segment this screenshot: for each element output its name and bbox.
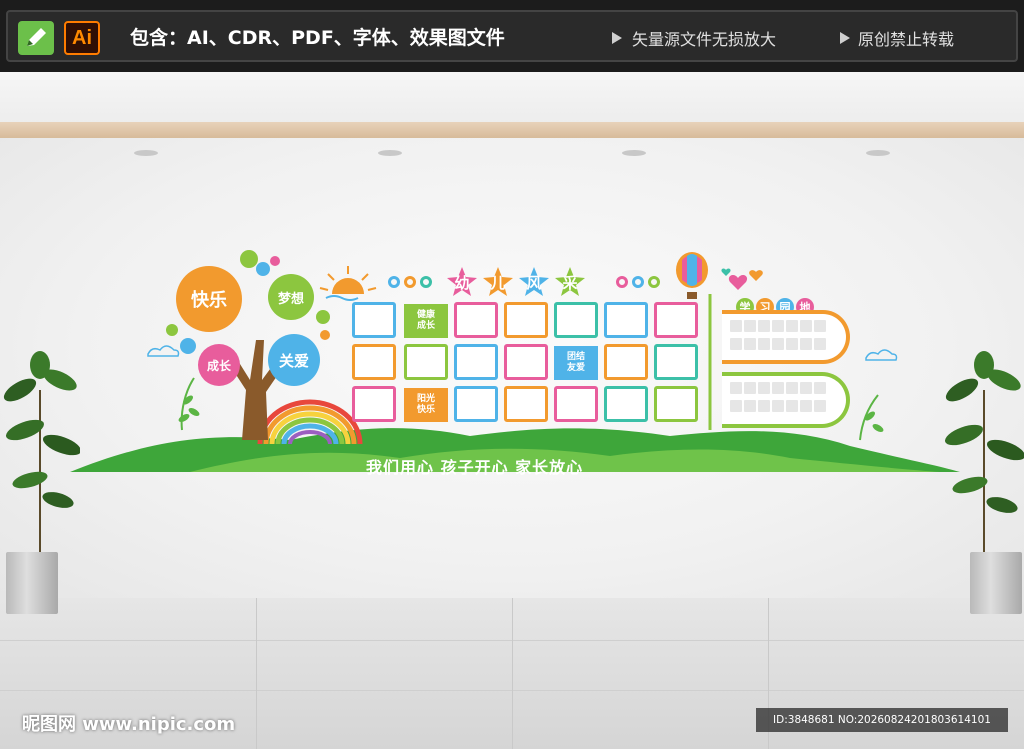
title-char: 幼 (454, 273, 470, 292)
photo-frame (352, 386, 396, 422)
study-board-upper (722, 310, 850, 364)
board-cell (786, 382, 798, 394)
title-star: 风 (518, 266, 550, 298)
floor-seam (512, 598, 513, 749)
board-cell (730, 382, 742, 394)
title-star: 幼 (446, 266, 478, 298)
photo-frame (554, 386, 598, 422)
photo-frame (504, 302, 548, 338)
photo-frame (554, 302, 598, 338)
ring-decoration (420, 276, 432, 288)
top-banner: Ai 包含：AI、CDR、PDF、字体、效果图文件 矢量源文件无损放大 原创禁止… (0, 0, 1024, 72)
board-cell (758, 338, 770, 350)
photo-frame (352, 344, 396, 380)
title-char: 儿 (490, 273, 506, 292)
ceiling (0, 72, 1024, 128)
pencil-icon (18, 21, 54, 55)
label-unity: 团结 友爱 (554, 346, 598, 380)
dot-decoration (166, 324, 178, 336)
potted-plant-left (0, 350, 81, 560)
dot-decoration (270, 256, 280, 266)
dot-decoration (240, 250, 258, 268)
circle-grow: 成长 (198, 344, 240, 386)
board-cell (744, 338, 756, 350)
note-original: 原创禁止转载 (858, 30, 955, 49)
ceiling-light (134, 150, 158, 156)
ceiling-light (866, 150, 890, 156)
photo-frame (654, 386, 698, 422)
banner-bar: Ai 包含：AI、CDR、PDF、字体、效果图文件 矢量源文件无损放大 原创禁止… (6, 10, 1018, 62)
photo-frame (454, 302, 498, 338)
site-watermark: 昵图网 www.nipic.com (22, 714, 236, 735)
plant-pot-right (970, 552, 1022, 614)
board-cell (772, 382, 784, 394)
board-cell (772, 320, 784, 332)
board-cell (758, 382, 770, 394)
board-cell (800, 320, 812, 332)
dot-decoration (180, 338, 196, 354)
title-char: 采 (562, 273, 578, 292)
includes-text: 包含：AI、CDR、PDF、字体、效果图文件 (130, 27, 505, 49)
title-star: 采 (554, 266, 586, 298)
board-cell (786, 320, 798, 332)
board-cell (758, 320, 770, 332)
dot-decoration (316, 310, 330, 324)
play-triangle-icon (840, 32, 850, 44)
board-cell (772, 400, 784, 412)
board-cell (744, 382, 756, 394)
plant-pot-left (6, 552, 58, 614)
board-cell (786, 400, 798, 412)
photo-frame (352, 302, 396, 338)
circle-care: 关爱 (268, 334, 320, 386)
label-health: 健康 成长 (404, 304, 448, 338)
circle-dream: 梦想 (268, 274, 314, 320)
board-cell (814, 382, 826, 394)
board-cell (744, 400, 756, 412)
wood-trim (0, 122, 1024, 138)
board-cell (730, 338, 742, 350)
slogan-text: 我们用心 孩子开心 家长放心 (366, 458, 584, 477)
board-cell (744, 320, 756, 332)
dot-decoration (320, 330, 330, 340)
image-id-label: ID:3848681 NO:20260824201803614101 (756, 708, 1008, 732)
photo-frame (654, 344, 698, 380)
ring-decoration (648, 276, 660, 288)
photo-frame (404, 344, 448, 380)
board-cell (800, 400, 812, 412)
ring-decoration (388, 276, 400, 288)
board-cell (758, 400, 770, 412)
ceiling-light (622, 150, 646, 156)
circle-happy: 快乐 (176, 266, 242, 332)
ring-decoration (632, 276, 644, 288)
board-cell (814, 338, 826, 350)
board-cell (772, 338, 784, 350)
photo-frame (504, 386, 548, 422)
board-cell (730, 400, 742, 412)
ceiling-light (378, 150, 402, 156)
kindergarten-wall-display: 幼 儿 风 采 快乐 梦想 成长 关爱 健康 成长 团结 友爱 阳光 快乐 学 习 (70, 240, 960, 480)
note-vector: 矢量源文件无损放大 (632, 30, 777, 49)
title-char: 风 (526, 273, 542, 292)
ring-decoration (616, 276, 628, 288)
label-sunny: 阳光 快乐 (404, 388, 448, 422)
ring-decoration (404, 276, 416, 288)
illustrator-icon: Ai (64, 21, 100, 55)
board-cell (800, 382, 812, 394)
board-cell (800, 338, 812, 350)
dot-decoration (256, 262, 270, 276)
board-cell (786, 338, 798, 350)
board-cell (814, 320, 826, 332)
play-triangle-icon (612, 32, 622, 44)
board-cell (814, 400, 826, 412)
photo-frame (454, 344, 498, 380)
photo-frame (604, 344, 648, 380)
floor-seam (256, 598, 257, 749)
photo-frame (604, 386, 648, 422)
photo-frame (604, 302, 648, 338)
photo-frame (454, 386, 498, 422)
photo-frame (504, 344, 548, 380)
title-star: 儿 (482, 266, 514, 298)
photo-frame (654, 302, 698, 338)
board-cell (730, 320, 742, 332)
